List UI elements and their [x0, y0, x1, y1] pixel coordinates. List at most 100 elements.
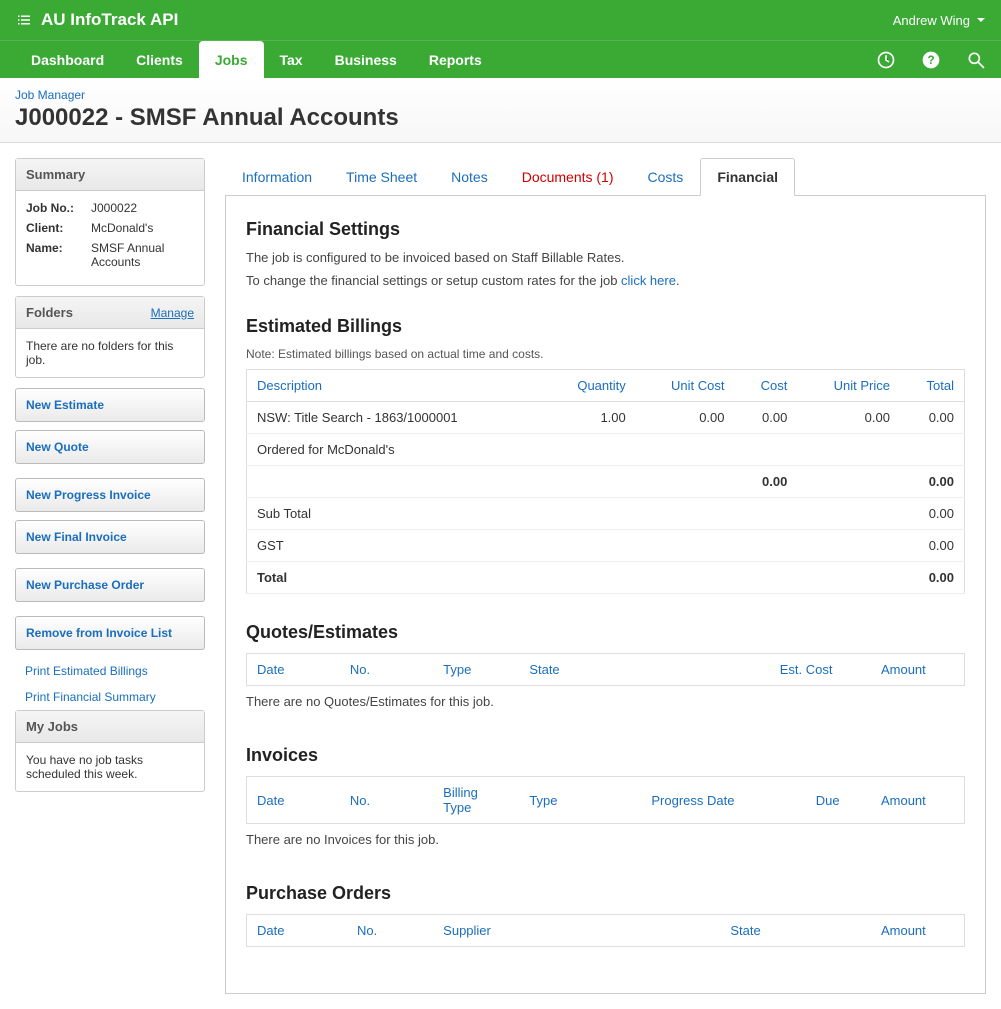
- col-progress-date[interactable]: Progress Date: [641, 777, 763, 824]
- col-type[interactable]: Type: [519, 777, 641, 824]
- svg-text:?: ?: [927, 54, 934, 67]
- new-estimate-button[interactable]: New Estimate: [15, 388, 205, 422]
- summary-cost: 0.00: [735, 466, 798, 498]
- subtotal-label: Sub Total: [247, 498, 900, 530]
- col-date[interactable]: Date: [247, 654, 340, 686]
- new-progress-invoice-button[interactable]: New Progress Invoice: [15, 478, 205, 512]
- col-cost[interactable]: Cost: [735, 370, 798, 402]
- invoices-empty: There are no Invoices for this job.: [246, 824, 965, 855]
- subtotal-value: 0.00: [900, 498, 965, 530]
- financial-settings-line1: The job is configured to be invoiced bas…: [246, 250, 965, 265]
- nav-tax[interactable]: Tax: [264, 41, 319, 78]
- quotes-heading: Quotes/Estimates: [246, 622, 965, 643]
- summary-label: Client:: [26, 221, 91, 235]
- summary-total: 0.00: [900, 466, 965, 498]
- col-supplier[interactable]: Supplier: [433, 915, 720, 947]
- col-amount[interactable]: Amount: [842, 654, 935, 686]
- navbar: Dashboard Clients Jobs Tax Business Repo…: [0, 40, 1001, 78]
- col-unit-cost[interactable]: Unit Cost: [636, 370, 735, 402]
- my-jobs-title: My Jobs: [16, 711, 204, 743]
- nav-clients[interactable]: Clients: [120, 41, 199, 78]
- breadcrumb[interactable]: Job Manager: [15, 88, 986, 102]
- new-quote-button[interactable]: New Quote: [15, 430, 205, 464]
- col-no[interactable]: No.: [340, 777, 433, 824]
- col-date[interactable]: Date: [247, 777, 340, 824]
- estimated-billings-heading: Estimated Billings: [246, 316, 965, 337]
- new-final-invoice-button[interactable]: New Final Invoice: [15, 520, 205, 554]
- cell-unit-price: 0.00: [797, 402, 900, 434]
- user-name: Andrew Wing: [893, 13, 970, 28]
- cell-unit-cost: 0.00: [636, 402, 735, 434]
- financial-settings-section: Financial Settings The job is configured…: [246, 219, 965, 288]
- financial-settings-heading: Financial Settings: [246, 219, 965, 240]
- topbar: AU InfoTrack API Andrew Wing: [0, 0, 1001, 40]
- col-due[interactable]: Due: [763, 777, 849, 824]
- col-description[interactable]: Description: [247, 370, 544, 402]
- remove-from-invoice-list-button[interactable]: Remove from Invoice List: [15, 616, 205, 650]
- estimated-billings-table: Description Quantity Unit Cost Cost Unit…: [246, 369, 965, 594]
- col-no[interactable]: No.: [340, 654, 433, 686]
- total-label: Total: [247, 562, 900, 594]
- purchase-orders-section: Purchase Orders Date No. Supplier State …: [246, 883, 965, 947]
- estimated-billings-note: Note: Estimated billings based on actual…: [246, 347, 965, 361]
- invoices-section: Invoices Date No. Billing Type Type Prog…: [246, 745, 965, 855]
- page-header: Job Manager J000022 - SMSF Annual Accoun…: [0, 78, 1001, 143]
- main: Information Time Sheet Notes Documents (…: [225, 158, 986, 994]
- tab-information[interactable]: Information: [225, 158, 329, 196]
- navbar-tabs: Dashboard Clients Jobs Tax Business Repo…: [15, 41, 498, 78]
- col-unit-price[interactable]: Unit Price: [797, 370, 900, 402]
- tab-time-sheet[interactable]: Time Sheet: [329, 158, 434, 196]
- nav-business[interactable]: Business: [319, 41, 413, 78]
- col-amount[interactable]: Amount: [835, 915, 936, 947]
- col-quantity[interactable]: Quantity: [544, 370, 636, 402]
- total-value: 0.00: [900, 562, 965, 594]
- purchase-orders-heading: Purchase Orders: [246, 883, 965, 904]
- summary-row: 0.00 0.00: [247, 466, 965, 498]
- user-menu[interactable]: Andrew Wing: [893, 13, 986, 28]
- help-icon[interactable]: ?: [921, 50, 941, 70]
- app-title: AU InfoTrack API: [15, 10, 178, 30]
- col-date[interactable]: Date: [247, 915, 348, 947]
- col-total[interactable]: Total: [900, 370, 965, 402]
- col-type[interactable]: Type: [433, 654, 519, 686]
- print-estimated-billings-link[interactable]: Print Estimated Billings: [15, 658, 205, 684]
- fs-line2-prefix: To change the financial settings or setu…: [246, 273, 621, 288]
- chevron-down-icon: [976, 15, 986, 25]
- tab-costs[interactable]: Costs: [631, 158, 701, 196]
- col-est-cost[interactable]: Est. Cost: [749, 654, 842, 686]
- clock-icon[interactable]: [876, 50, 896, 70]
- table-row: Ordered for McDonald's: [247, 434, 965, 466]
- search-icon[interactable]: [966, 50, 986, 70]
- summary-value: SMSF Annual Accounts: [91, 241, 194, 269]
- col-amount[interactable]: Amount: [850, 777, 936, 824]
- manage-folders-link[interactable]: Manage: [151, 306, 194, 320]
- quotes-section: Quotes/Estimates Date No. Type State Est…: [246, 622, 965, 717]
- quotes-table: Date No. Type State Est. Cost Amount: [246, 653, 965, 686]
- col-state[interactable]: State: [720, 915, 835, 947]
- col-no[interactable]: No.: [347, 915, 433, 947]
- cell-desc: NSW: Title Search - 1863/1000001: [247, 402, 544, 434]
- tab-documents[interactable]: Documents (1): [505, 158, 631, 196]
- nav-dashboard[interactable]: Dashboard: [15, 41, 120, 78]
- tab-notes[interactable]: Notes: [434, 158, 505, 196]
- nav-reports[interactable]: Reports: [413, 41, 498, 78]
- gst-label: GST: [247, 530, 900, 562]
- estimated-billings-section: Estimated Billings Note: Estimated billi…: [246, 316, 965, 594]
- gst-value: 0.00: [900, 530, 965, 562]
- cell-total: 0.00: [900, 402, 965, 434]
- nav-jobs[interactable]: Jobs: [199, 41, 264, 78]
- col-state[interactable]: State: [519, 654, 749, 686]
- financial-settings-line2: To change the financial settings or setu…: [246, 273, 965, 288]
- print-financial-summary-link[interactable]: Print Financial Summary: [15, 684, 205, 710]
- tabs: Information Time Sheet Notes Documents (…: [225, 158, 986, 196]
- tab-financial[interactable]: Financial: [700, 158, 795, 196]
- app-title-text: AU InfoTrack API: [41, 10, 178, 30]
- fs-line2-suffix: .: [676, 273, 680, 288]
- page-title: J000022 - SMSF Annual Accounts: [15, 104, 986, 132]
- summary-panel-title: Summary: [16, 159, 204, 191]
- new-purchase-order-button[interactable]: New Purchase Order: [15, 568, 205, 602]
- sidebar: Summary Job No.:J000022 Client:McDonald'…: [15, 158, 205, 802]
- col-billing-type[interactable]: Billing Type: [433, 777, 519, 824]
- click-here-link[interactable]: click here: [621, 273, 676, 288]
- summary-label: Name:: [26, 241, 91, 269]
